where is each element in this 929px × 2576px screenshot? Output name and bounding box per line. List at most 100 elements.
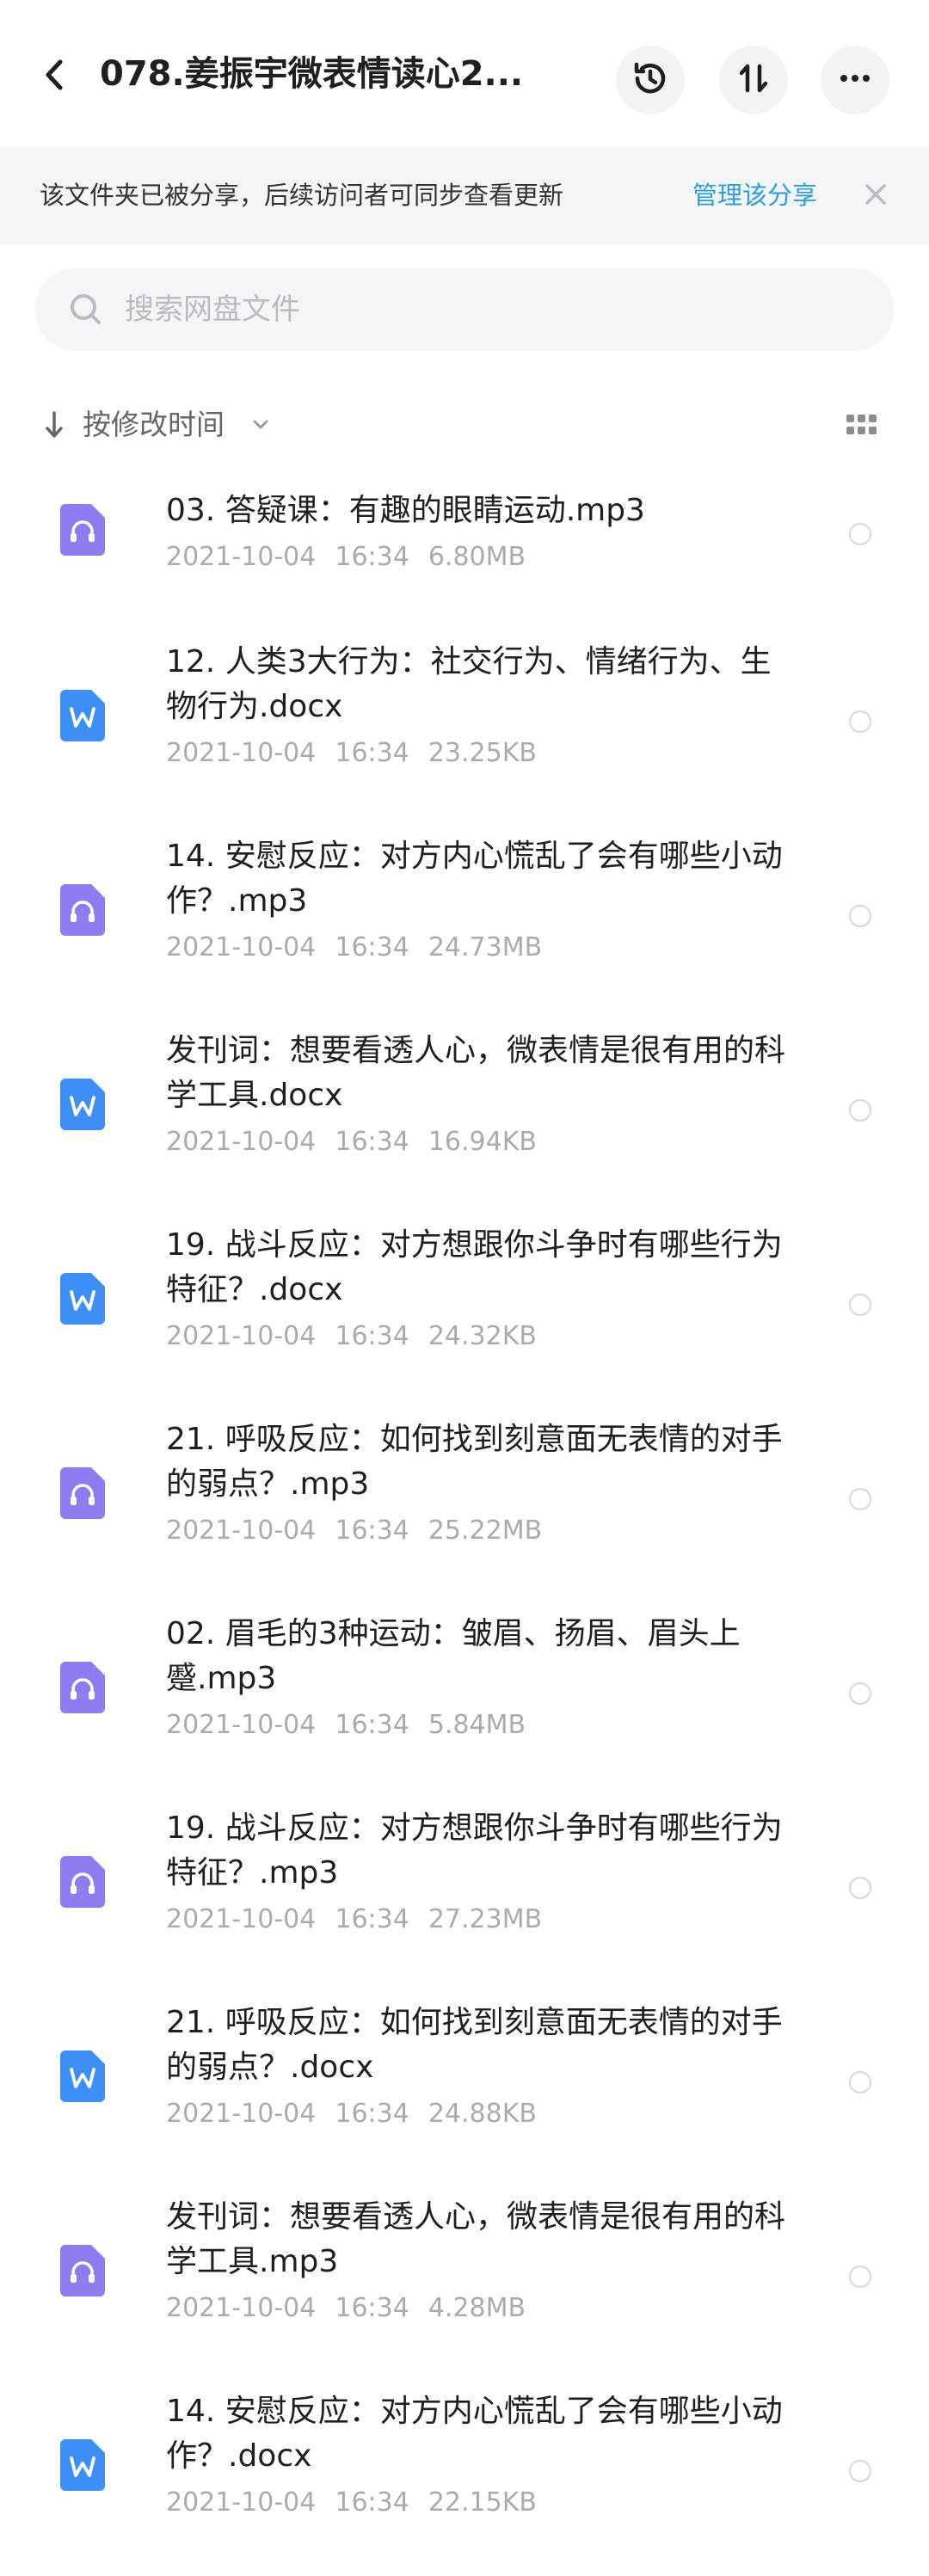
share-banner-text: 该文件夹已被分享，后续访问者可同步查看更新 bbox=[40, 181, 564, 210]
select-checkbox[interactable] bbox=[849, 1294, 871, 1316]
file-size: 25.22MB bbox=[428, 1515, 543, 1546]
file-date: 2021-10-04 bbox=[166, 542, 317, 572]
file-date: 2021-10-04 bbox=[166, 1127, 317, 1157]
file-meta: 2021-10-04 16:34 6.80MB bbox=[166, 540, 544, 575]
file-row[interactable]: 19. 战斗反应：对方想跟你斗争时有哪些行为特征？.docx 2021-10-04… bbox=[0, 1199, 929, 1392]
file-date: 2021-10-04 bbox=[166, 1321, 317, 1351]
file-date: 2021-10-04 bbox=[166, 2487, 317, 2518]
word-doc-icon bbox=[60, 1273, 105, 1325]
file-meta: 2021-10-04 16:34 4.28MB bbox=[166, 2291, 544, 2326]
back-arrow-icon[interactable] bbox=[34, 53, 77, 96]
file-size: 4.28MB bbox=[428, 2293, 526, 2323]
file-name: 发刊词：想要看透人心，微表情是很有用的科学工具.docx bbox=[166, 1033, 786, 1113]
file-time: 16:34 bbox=[335, 738, 409, 768]
file-row[interactable]: 03. 答疑课：有趣的眼睛运动.mp3 2021-10-04 16:34 6.80MB bbox=[0, 464, 929, 619]
file-name: 14. 安慰反应：对方内心慌乱了会有哪些小动作？.mp3 bbox=[166, 839, 783, 919]
file-time: 16:34 bbox=[335, 2099, 409, 2129]
file-date: 2021-10-04 bbox=[166, 1904, 317, 1934]
audio-file-icon bbox=[60, 2245, 105, 2296]
file-time: 16:34 bbox=[335, 2487, 409, 2518]
search-icon bbox=[67, 291, 105, 329]
file-date: 2021-10-04 bbox=[166, 1515, 317, 1546]
more-button[interactable] bbox=[821, 46, 889, 114]
file-row[interactable]: 12. 人类3大行为：社交行为、情绪行为、生物行为.docx 2021-10-04… bbox=[0, 616, 929, 808]
file-row[interactable]: 21. 呼吸反应：如何找到刻意面无表情的对手的弱点？.mp3 2021-10-04… bbox=[0, 1393, 929, 1586]
file-size: 27.23MB bbox=[428, 1904, 543, 1934]
file-time: 16:34 bbox=[335, 542, 409, 572]
app-header: 078.姜振宇微表情读心2... bbox=[0, 0, 929, 146]
audio-file-icon bbox=[60, 504, 105, 556]
file-time: 16:34 bbox=[335, 932, 409, 962]
select-checkbox[interactable] bbox=[849, 523, 871, 545]
file-meta: 2021-10-04 16:34 23.25KB bbox=[166, 736, 556, 771]
file-meta: 2021-10-04 16:34 25.22MB bbox=[166, 1514, 561, 1548]
select-checkbox[interactable] bbox=[849, 1682, 871, 1705]
audio-file-icon bbox=[60, 1662, 105, 1713]
history-button[interactable] bbox=[616, 46, 685, 114]
audio-file-icon bbox=[60, 1856, 105, 1908]
file-name: 21. 呼吸反应：如何找到刻意面无表情的对手的弱点？.docx bbox=[166, 2005, 783, 2085]
select-checkbox[interactable] bbox=[849, 1488, 871, 1510]
file-row[interactable]: 21. 呼吸反应：如何找到刻意面无表情的对手的弱点？.docx 2021-10-0… bbox=[0, 1977, 929, 2169]
select-checkbox[interactable] bbox=[849, 2266, 871, 2288]
search-input[interactable] bbox=[125, 284, 864, 335]
search-bar[interactable] bbox=[34, 268, 895, 351]
file-name: 02. 眉毛的3种运动：皱眉、扬眉、眉头上蹙.mp3 bbox=[166, 1616, 741, 1696]
word-doc-icon bbox=[60, 2050, 105, 2102]
file-date: 2021-10-04 bbox=[166, 932, 317, 962]
file-row[interactable]: 14. 安慰反应：对方内心慌乱了会有哪些小动作？.docx 2021-10-04 1… bbox=[0, 2365, 929, 2558]
audio-file-icon bbox=[60, 884, 105, 936]
file-name: 发刊词：想要看透人心，微表情是很有用的科学工具.mp3 bbox=[166, 2199, 786, 2279]
file-meta: 2021-10-04 16:34 24.88KB bbox=[166, 2097, 556, 2131]
audio-file-icon bbox=[60, 1467, 105, 1519]
file-time: 16:34 bbox=[335, 1127, 409, 1157]
word-doc-icon bbox=[60, 2439, 105, 2491]
share-banner: 该文件夹已被分享，后续访问者可同步查看更新 管理该分享 bbox=[0, 146, 929, 244]
file-size: 24.32KB bbox=[428, 1321, 537, 1351]
file-time: 16:34 bbox=[335, 2293, 409, 2323]
file-meta: 2021-10-04 16:34 27.23MB bbox=[166, 1903, 561, 1937]
history-icon bbox=[630, 58, 671, 102]
file-time: 16:34 bbox=[335, 1904, 409, 1934]
file-size: 23.25KB bbox=[428, 738, 537, 768]
file-size: 6.80MB bbox=[428, 542, 526, 572]
file-row[interactable]: 02. 眉毛的3种运动：皱眉、扬眉、眉头上蹙.mp3 2021-10-04 16:3… bbox=[0, 1588, 929, 1780]
file-size: 22.15KB bbox=[428, 2487, 537, 2518]
file-size: 24.73MB bbox=[428, 932, 543, 962]
select-checkbox[interactable] bbox=[849, 905, 871, 927]
file-row[interactable]: 发刊词：想要看透人心，微表情是很有用的科学工具.mp3 2021-10-04 16:… bbox=[0, 2171, 929, 2364]
sort-icon bbox=[733, 58, 774, 102]
file-name: 14. 安慰反应：对方内心慌乱了会有哪些小动作？.docx bbox=[166, 2394, 783, 2474]
select-checkbox[interactable] bbox=[849, 710, 871, 733]
file-name: 03. 答疑课：有趣的眼睛运动.mp3 bbox=[166, 493, 645, 528]
close-icon[interactable] bbox=[860, 179, 891, 210]
select-checkbox[interactable] bbox=[849, 2071, 871, 2093]
more-icon bbox=[834, 58, 876, 102]
file-date: 2021-10-04 bbox=[166, 2099, 317, 2129]
file-time: 16:34 bbox=[335, 1710, 409, 1740]
file-date: 2021-10-04 bbox=[166, 2293, 317, 2323]
file-date: 2021-10-04 bbox=[166, 1710, 317, 1740]
manage-share-link[interactable]: 管理该分享 bbox=[692, 177, 817, 213]
word-doc-icon bbox=[60, 1079, 105, 1130]
sort-label[interactable]: 按修改时间 bbox=[83, 406, 225, 444]
select-checkbox[interactable] bbox=[849, 1877, 871, 1899]
file-date: 2021-10-04 bbox=[166, 738, 317, 768]
sort-button[interactable] bbox=[719, 46, 788, 114]
file-row[interactable]: 19. 战斗反应：对方想跟你斗争时有哪些行为特征？.mp3 2021-10-04 1… bbox=[0, 1782, 929, 1975]
chevron-down-icon[interactable] bbox=[251, 416, 270, 433]
file-row[interactable]: 发刊词：想要看透人心，微表情是很有用的科学工具.docx 2021-10-04 16… bbox=[0, 1005, 929, 1197]
file-meta: 2021-10-04 16:34 16.94KB bbox=[166, 1125, 556, 1159]
file-size: 16.94KB bbox=[428, 1127, 537, 1157]
select-checkbox[interactable] bbox=[849, 2460, 871, 2482]
file-meta: 2021-10-04 16:34 5.84MB bbox=[166, 1708, 544, 1743]
sort-bar: 按修改时间 bbox=[0, 397, 929, 452]
file-row[interactable]: 14. 安慰反应：对方内心慌乱了会有哪些小动作？.mp3 2021-10-04 16… bbox=[0, 810, 929, 1003]
grid-view-icon[interactable] bbox=[845, 411, 879, 439]
file-meta: 2021-10-04 16:34 22.15KB bbox=[166, 2486, 556, 2520]
word-doc-icon bbox=[60, 690, 105, 741]
sort-direction-icon[interactable] bbox=[41, 408, 67, 442]
file-time: 16:34 bbox=[335, 1515, 409, 1546]
file-size: 24.88KB bbox=[428, 2099, 537, 2129]
select-checkbox[interactable] bbox=[849, 1099, 871, 1122]
